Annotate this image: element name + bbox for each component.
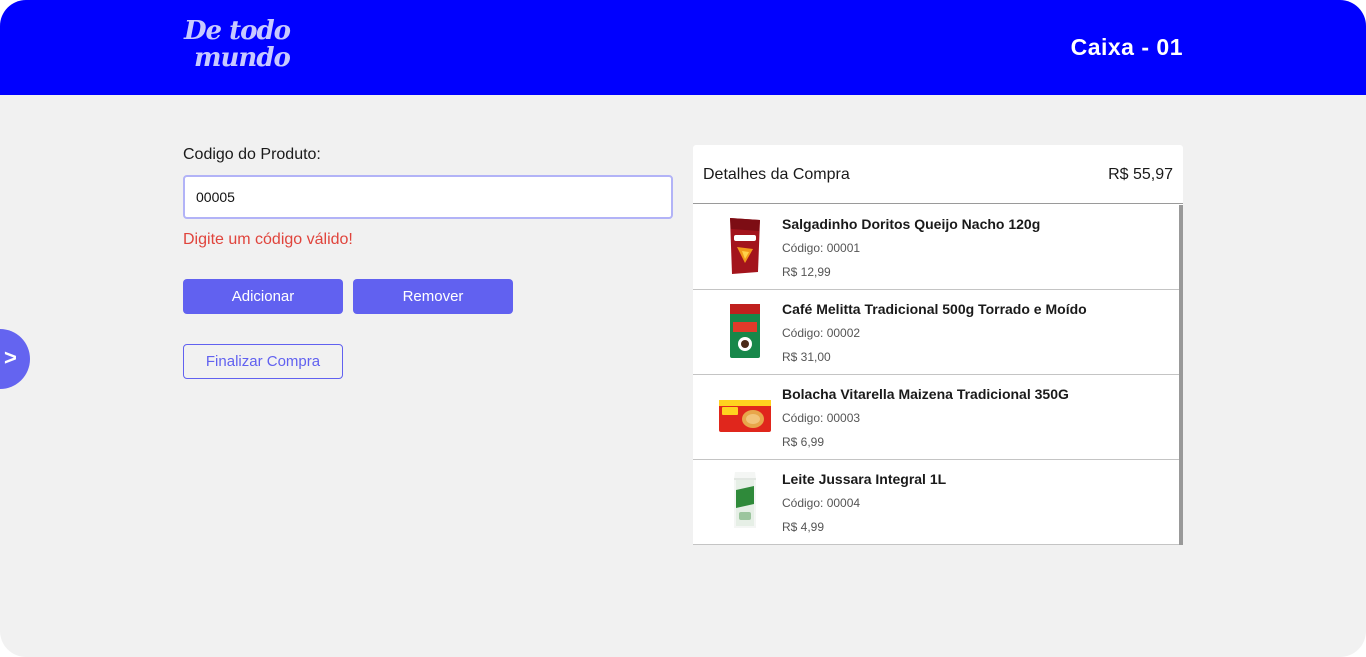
app-frame: De todo mundo Caixa - 01 Codigo do Produ…	[0, 0, 1366, 657]
doritos-package-image	[730, 218, 760, 274]
logo-line-2: mundo	[194, 43, 291, 73]
list-item: Leite Jussara Integral 1L Código: 00004 …	[693, 460, 1179, 545]
item-code: Código: 00002	[782, 326, 861, 340]
jussara-milk-carton-image	[734, 472, 756, 528]
list-item: Salgadinho Doritos Queijo Nacho 120g Cód…	[693, 205, 1179, 290]
item-code: Código: 00004	[782, 496, 861, 510]
item-name: Café Melitta Tradicional 500g Torrado e …	[782, 301, 1087, 317]
purchase-details-header: Detalhes da Compra R$ 55,97	[693, 145, 1183, 204]
purchase-details-panel: Detalhes da Compra R$ 55,97 Salgadinho D…	[693, 145, 1183, 545]
item-name: Leite Jussara Integral 1L	[782, 471, 947, 487]
list-item: Café Melitta Tradicional 500g Torrado e …	[693, 290, 1179, 375]
item-code: Código: 00001	[782, 241, 861, 255]
header-bar: De todo mundo Caixa - 01	[0, 0, 1366, 95]
product-code-label: Codigo do Produto:	[183, 146, 321, 163]
item-name: Salgadinho Doritos Queijo Nacho 120g	[782, 216, 1041, 232]
item-price: R$ 4,99	[782, 520, 825, 534]
item-name: Bolacha Vitarella Maizena Tradicional 35…	[782, 386, 1069, 402]
sidebar-toggle-button[interactable]: >	[0, 329, 30, 389]
purchase-total: R$ 55,97	[1108, 166, 1173, 183]
remove-button[interactable]: Remover	[353, 279, 513, 314]
add-button[interactable]: Adicionar	[183, 279, 343, 314]
item-price: R$ 12,99	[782, 265, 831, 279]
chevron-right-icon: >	[4, 345, 17, 370]
list-item: Bolacha Vitarella Maizena Tradicional 35…	[693, 375, 1179, 460]
melitta-coffee-package-image	[730, 304, 760, 358]
logo-line-1: De todo	[184, 16, 291, 46]
purchase-item-list[interactable]: Salgadinho Doritos Queijo Nacho 120g Cód…	[693, 205, 1183, 545]
item-price: R$ 6,99	[782, 435, 825, 449]
item-price: R$ 31,00	[782, 350, 831, 364]
finish-purchase-button[interactable]: Finalizar Compra	[183, 344, 343, 379]
product-code-input[interactable]	[183, 175, 673, 219]
purchase-details-title: Detalhes da Compra	[703, 166, 850, 183]
validation-error: Digite um código válido!	[183, 231, 353, 248]
item-code: Código: 00003	[782, 411, 861, 425]
register-title: Caixa - 01	[1070, 34, 1183, 60]
vitarella-cookie-package-image	[719, 400, 771, 432]
brand-logo: De todo mundo	[184, 18, 314, 82]
